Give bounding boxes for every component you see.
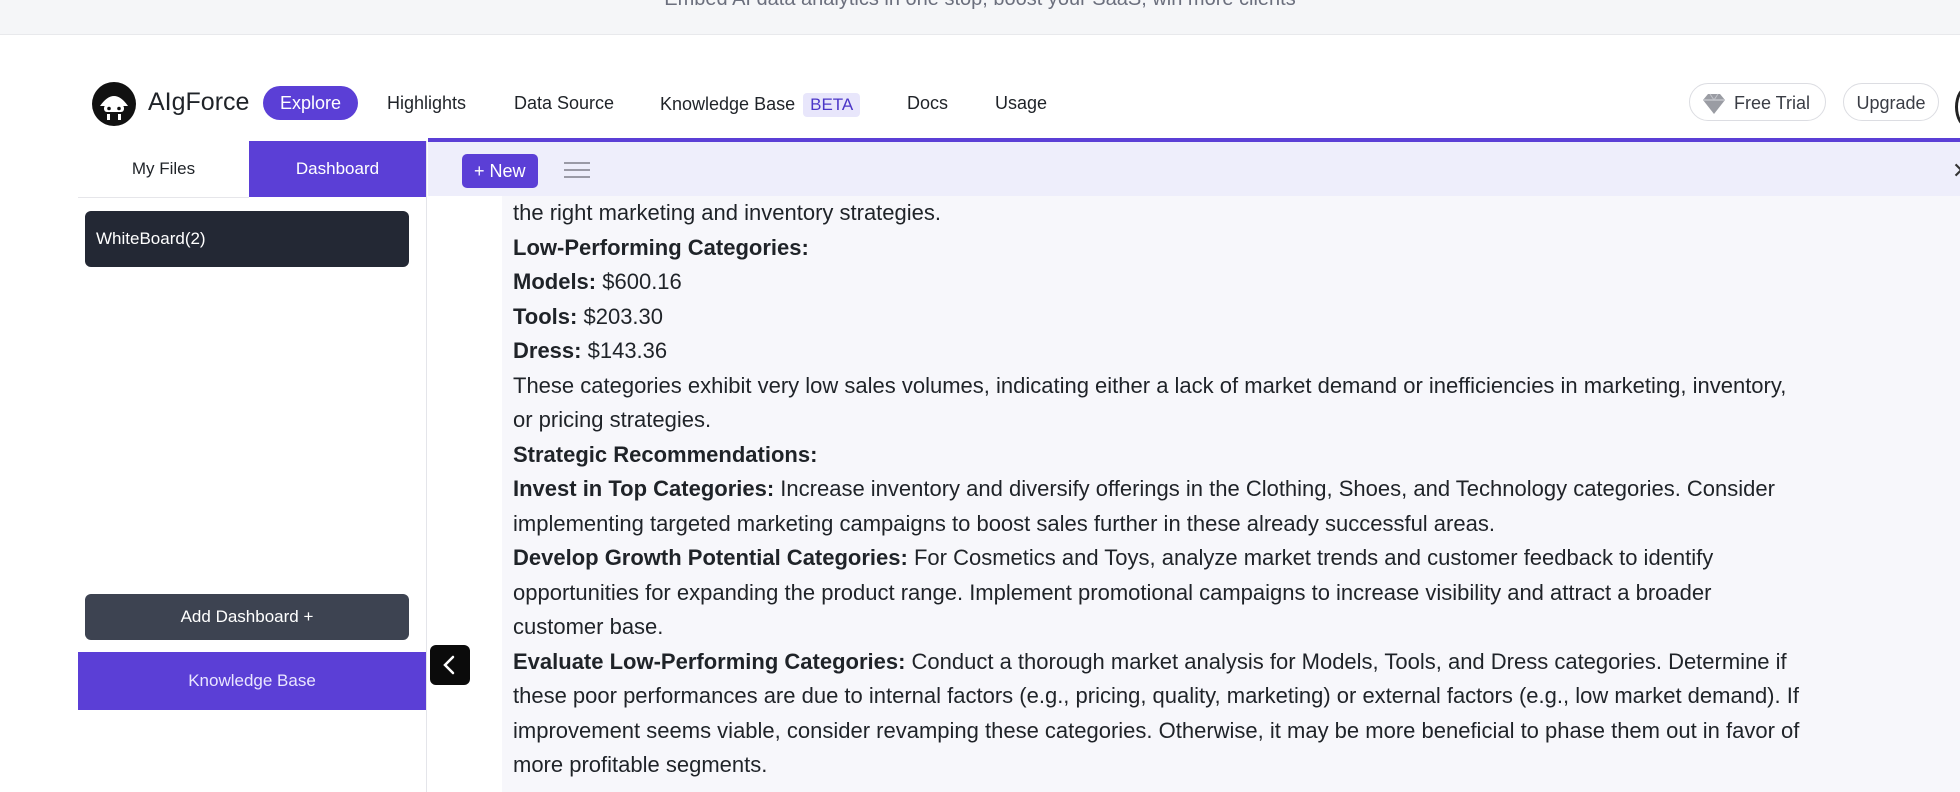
upgrade-button[interactable]: Upgrade [1843,83,1939,121]
strategic-heading: Strategic Recommendations: [513,441,818,467]
analysis-text: the right marketing and inventory strate… [513,196,1953,783]
tab-dashboard[interactable]: Dashboard [249,141,426,197]
promo-banner: Embed AI data analytics in one stop, boo… [0,0,1960,35]
develop-text: For Cosmetics and Toys, analyze market t… [907,545,1714,570]
section-heading: Low-Performing Categories: [513,231,1953,266]
text-line: the right marketing and inventory strate… [513,200,942,225]
diamond-icon [1703,93,1725,115]
recommendation-evaluate: Evaluate Low-Performing Categories: Cond… [513,645,1953,680]
tools-label: Tools: [513,303,578,329]
nav-knowledge-base-label: Knowledge Base [660,94,796,114]
nav-usage[interactable]: Usage [995,93,1047,114]
nav-docs[interactable]: Docs [907,93,948,114]
invest-text: Increase inventory and diversify offerin… [774,476,1775,501]
analysis-content: the right marketing and inventory strate… [502,196,1960,792]
models-label: Models: [513,269,597,294]
top-navbar: AIgForce Explore Highlights Data Source … [0,68,1960,140]
evaluate-label: Evaluate Low-Performing Categories: [513,648,906,674]
new-button[interactable]: + New [462,154,538,188]
sidebar-item-whiteboard[interactable]: WhiteBoard(2) [85,211,409,267]
recommendation-invest: Invest in Top Categories: Increase inven… [513,472,1953,507]
banner-text: Embed AI data analytics in one stop, boo… [0,0,1960,11]
text-line: These categories exhibit very low sales … [513,372,1787,398]
free-trial-button[interactable]: Free Trial [1689,83,1826,121]
nav-explore[interactable]: Explore [263,86,359,120]
models-value: $600.16 [602,269,682,294]
toolbar: + New ✕ [428,142,1960,196]
brand-name[interactable]: AIgForce [148,88,249,117]
text-line: implementing targeted marketing campaign… [513,510,1495,536]
category-tools: Tools: $203.30 [513,300,1953,335]
tools-value: $203.30 [583,303,664,329]
text-line: or pricing strategies. [513,407,712,432]
category-dress: Dress: $143.36 [513,334,1953,369]
invest-label: Invest in Top Categories: [513,476,775,501]
text-line: more profitable segments. [513,752,768,777]
knowledge-base-button[interactable]: Knowledge Base [78,652,426,710]
dress-value: $143.36 [587,338,668,363]
chevron-left-icon [443,655,455,675]
evaluate-text: Conduct a thorough market analysis for M… [905,648,1787,674]
nav-data-source[interactable]: Data Source [514,93,614,114]
develop-label: Develop Growth Potential Categories: [513,545,908,570]
text-line: customer base. [513,614,664,639]
tab-my-files[interactable]: My Files [78,141,249,198]
text-line: improvement seems viable, consider revam… [513,717,1800,743]
close-icon[interactable]: ✕ [1952,158,1960,184]
free-trial-label: Free Trial [1734,93,1811,113]
low-performing-heading: Low-Performing Categories: [513,234,809,260]
menu-icon[interactable] [564,160,590,180]
recommendation-develop: Develop Growth Potential Categories: For… [513,541,1953,576]
collapse-sidebar-button[interactable] [430,645,470,685]
nav-highlights[interactable]: Highlights [387,93,466,114]
category-models: Models: $600.16 [513,265,1953,300]
nav-knowledge-base[interactable]: Knowledge Base BETA [660,93,861,117]
dress-label: Dress: [513,338,582,363]
section-heading: Strategic Recommendations: [513,438,1953,473]
text-line: these poor performances are due to inter… [513,683,1799,708]
beta-badge: BETA [803,93,861,117]
text-line: opportunities for expanding the product … [513,579,1712,605]
sidebar: My Files Dashboard WhiteBoard(2) Add Das… [78,141,427,792]
robot-icon[interactable] [90,80,138,128]
add-dashboard-button[interactable]: Add Dashboard + [85,594,409,640]
